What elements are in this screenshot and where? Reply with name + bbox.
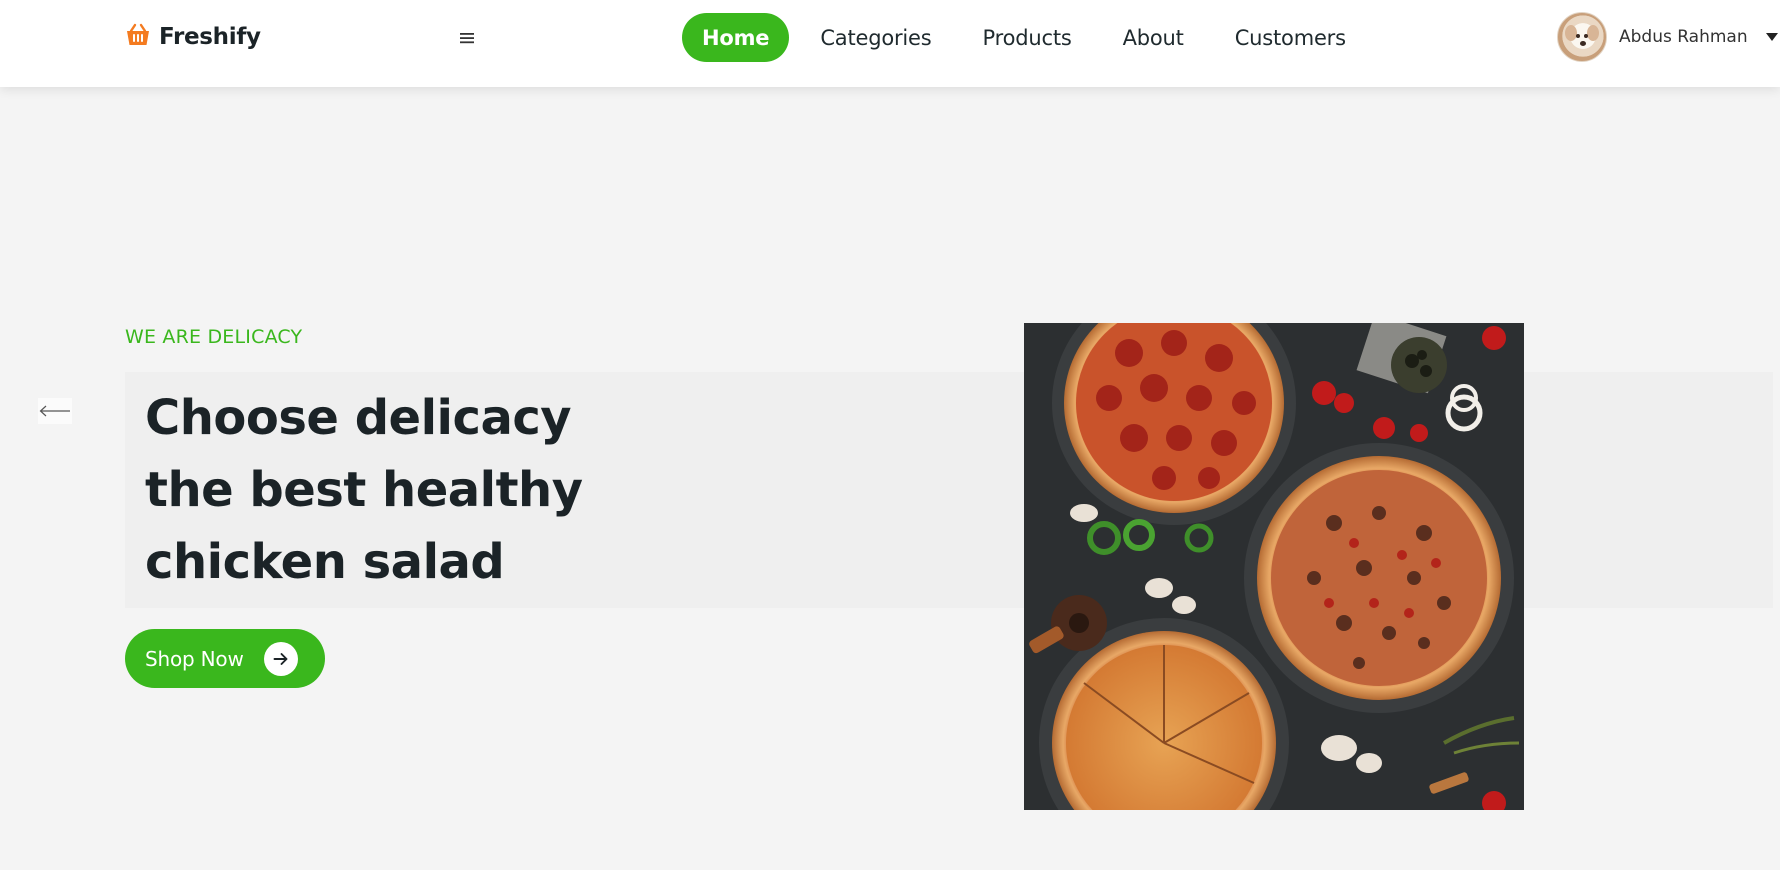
nav-home[interactable]: Home bbox=[682, 13, 790, 62]
hero-headline: Choose delicacy the best healthy chicken… bbox=[145, 382, 665, 598]
shop-now-label: Shop Now bbox=[145, 646, 244, 671]
brand-logo[interactable]: Freshify bbox=[125, 22, 261, 52]
headline-line: chicken salad bbox=[145, 534, 505, 590]
shop-now-button[interactable]: Shop Now bbox=[125, 629, 325, 688]
arrow-right-icon bbox=[264, 642, 298, 676]
hero-eyebrow: WE ARE DELICACY bbox=[125, 326, 303, 348]
nav-customers[interactable]: Customers bbox=[1215, 13, 1366, 62]
nav-products[interactable]: Products bbox=[963, 13, 1092, 62]
brand-name: Freshify bbox=[159, 24, 261, 50]
shopping-basket-icon bbox=[125, 22, 151, 52]
hamburger-menu-icon[interactable] bbox=[455, 26, 479, 50]
main-nav: Home Categories Products About Customers bbox=[682, 13, 1377, 62]
avatar bbox=[1557, 12, 1607, 62]
headline-line: the best healthy bbox=[145, 462, 583, 518]
nav-categories[interactable]: Categories bbox=[800, 13, 951, 62]
user-name: Abdus Rahman bbox=[1619, 27, 1748, 47]
headline-line: Choose delicacy bbox=[145, 390, 572, 446]
nav-about[interactable]: About bbox=[1103, 13, 1204, 62]
navbar: Freshify Home Categories Products About … bbox=[0, 0, 1780, 87]
pizza-spread-photo bbox=[1024, 323, 1524, 810]
caret-down-icon[interactable] bbox=[1765, 33, 1778, 41]
arrow-left-icon[interactable] bbox=[38, 398, 72, 424]
user-menu[interactable]: Abdus Rahman bbox=[1557, 12, 1778, 62]
